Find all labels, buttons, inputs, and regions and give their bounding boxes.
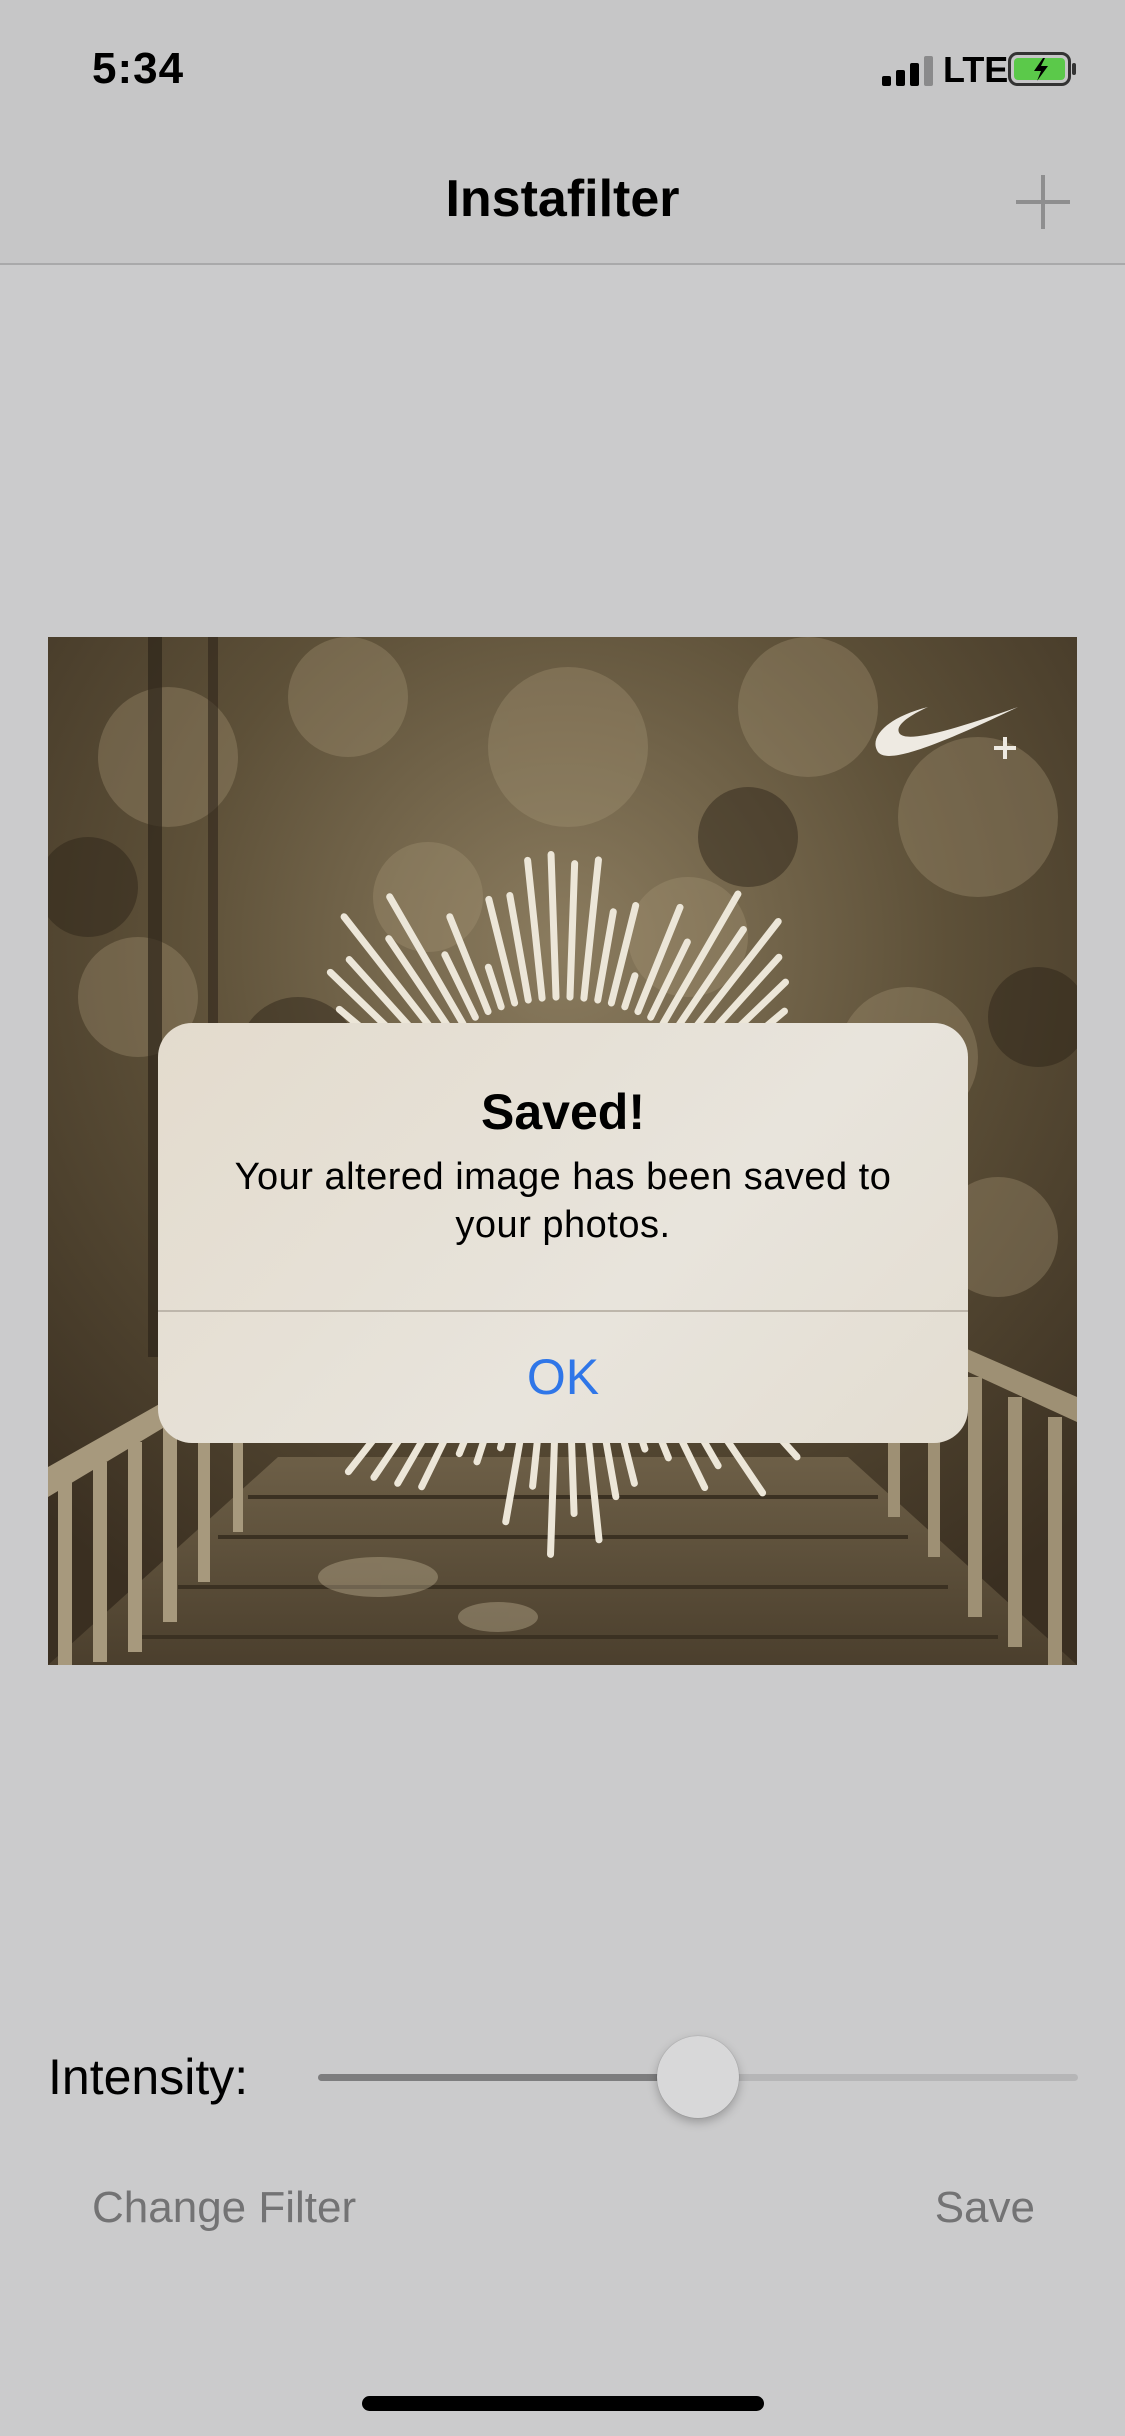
signal-icon bbox=[882, 56, 934, 86]
alert-title: Saved! bbox=[481, 1084, 645, 1140]
status-time: 5:34 bbox=[92, 44, 185, 93]
page-title: Instafilter bbox=[445, 170, 680, 228]
ok-button[interactable]: OK bbox=[158, 1312, 968, 1443]
slider-thumb[interactable] bbox=[657, 2036, 739, 2118]
navigation-bar: Instafilter bbox=[0, 135, 1125, 265]
change-filter-button[interactable]: Change Filter bbox=[92, 2183, 356, 2233]
burst-line bbox=[566, 860, 579, 1001]
battery-charging-icon bbox=[1008, 52, 1076, 86]
home-indicator[interactable] bbox=[362, 2396, 764, 2411]
save-button[interactable]: Save bbox=[935, 2183, 1035, 2233]
intensity-label: Intensity: bbox=[48, 2049, 249, 2105]
plus-icon[interactable] bbox=[1012, 171, 1074, 233]
network-type: LTE bbox=[943, 49, 1009, 90]
status-bar: 5:34 LTE bbox=[0, 0, 1125, 135]
alert-message: Your altered image has been saved to you… bbox=[234, 1156, 892, 1246]
saved-alert: Saved! Your altered image has been saved… bbox=[158, 1023, 968, 1443]
intensity-slider[interactable] bbox=[318, 2036, 1078, 2120]
slider-fill bbox=[318, 2074, 698, 2081]
burst-line bbox=[547, 851, 560, 1001]
